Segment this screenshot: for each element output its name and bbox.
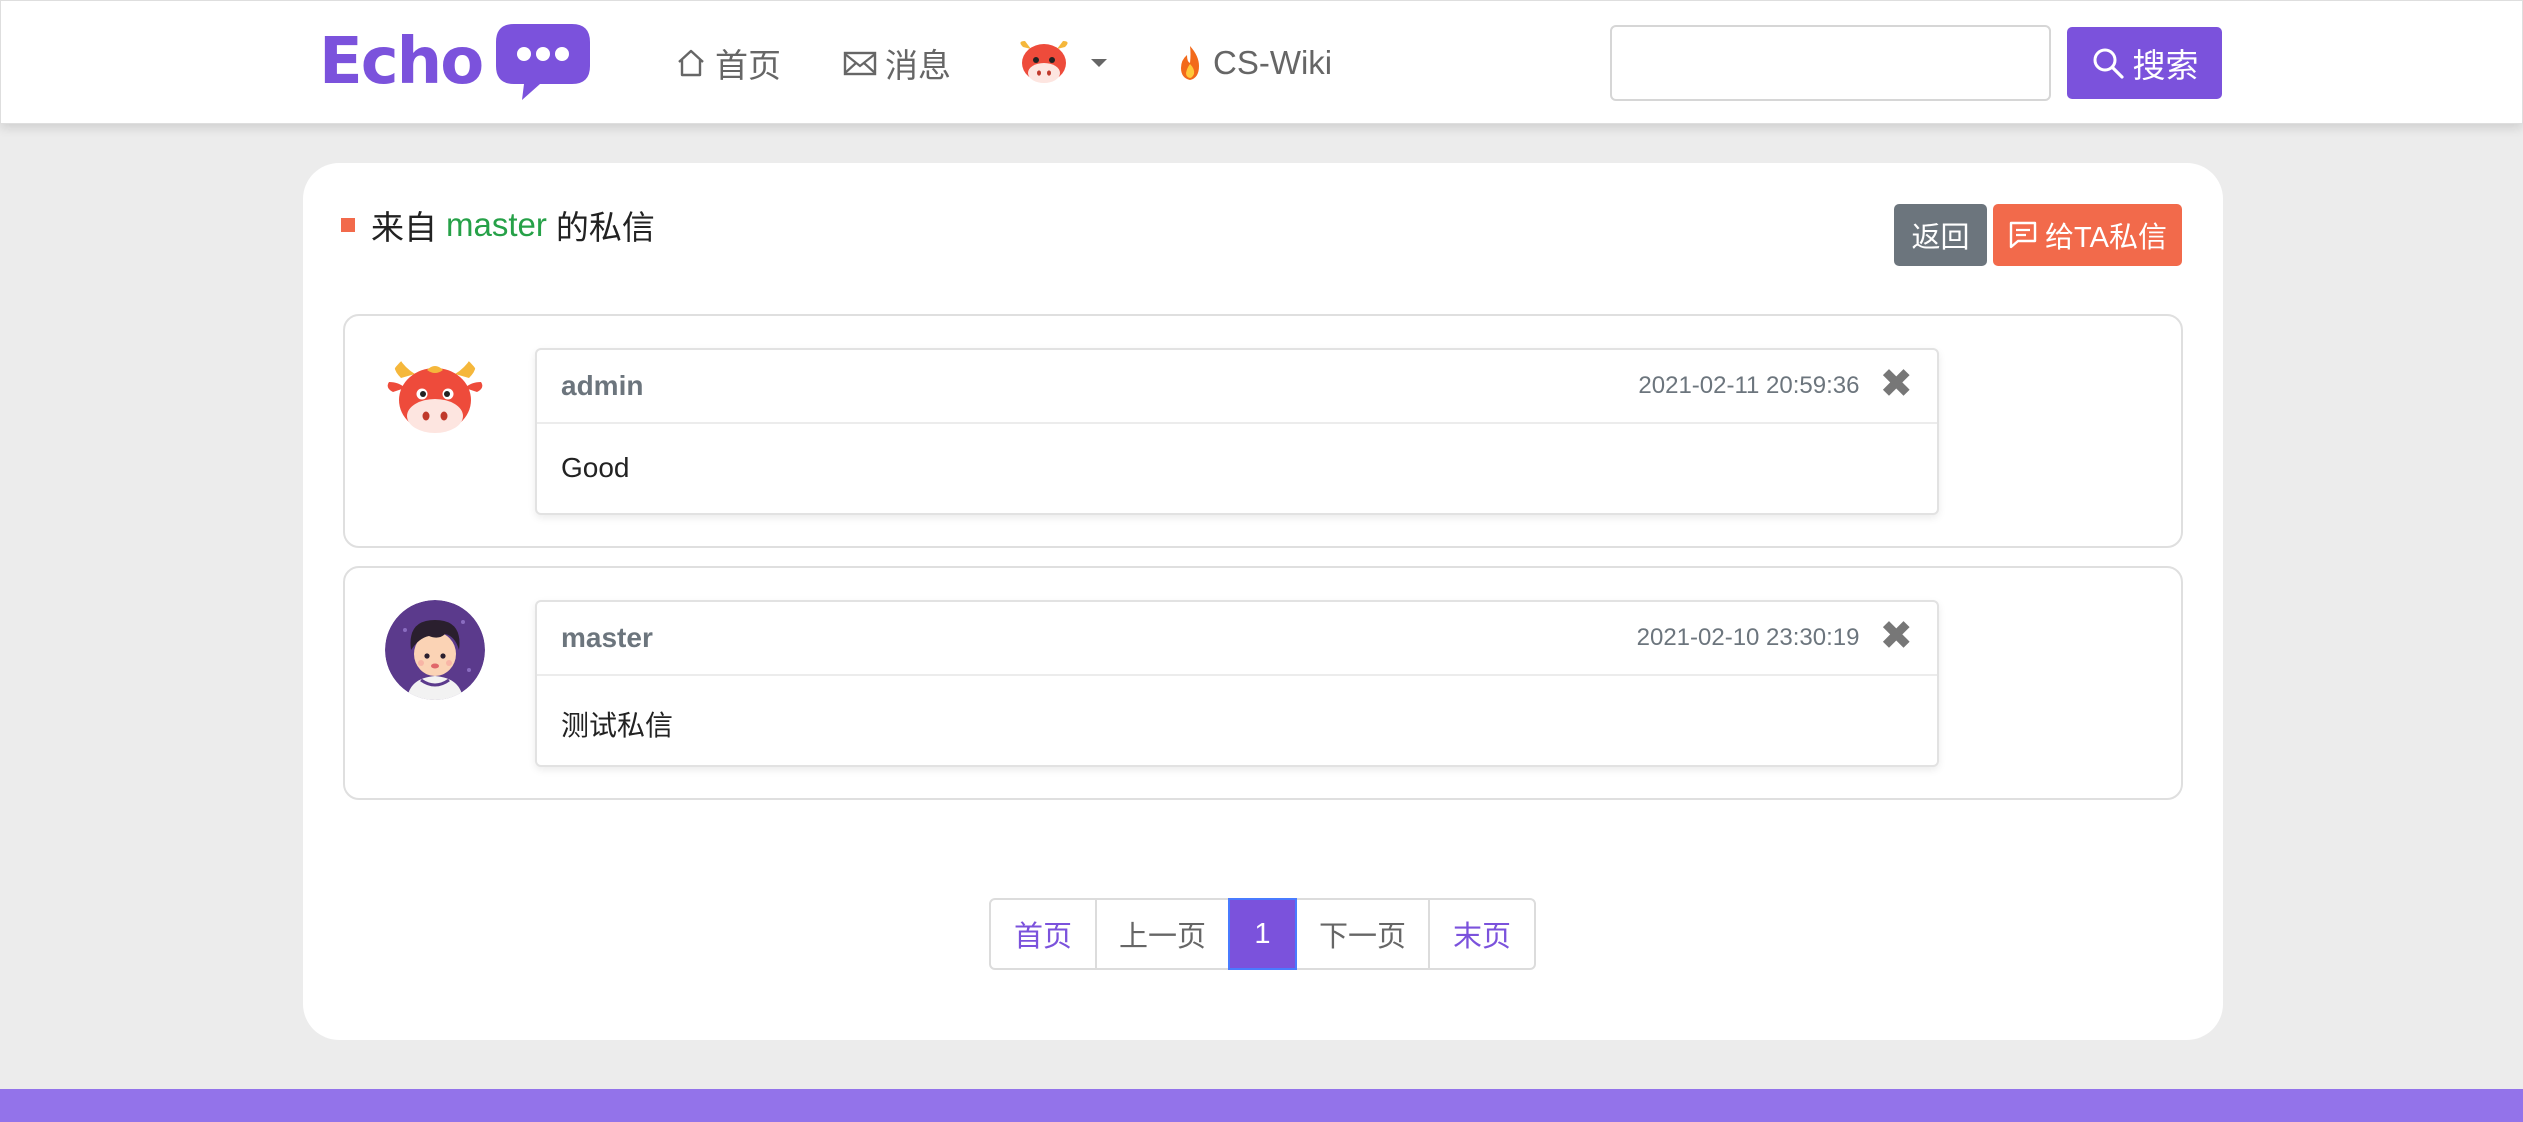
- message-sender[interactable]: master: [561, 622, 1637, 654]
- page-current[interactable]: 1: [1228, 898, 1297, 970]
- nav-wiki-label: CS-Wiki: [1213, 44, 1333, 81]
- nav-wiki-link[interactable]: CS-Wiki: [1175, 1, 1332, 125]
- avatar[interactable]: [385, 600, 485, 700]
- footer: [0, 1089, 2523, 1122]
- page-next[interactable]: 下一页: [1295, 898, 1430, 970]
- caret-down-icon: [1091, 59, 1107, 67]
- search-icon: [2093, 48, 2124, 79]
- top-navbar: Echo 首页 消息 CS-Wiki 搜索: [0, 0, 2523, 124]
- home-icon: [678, 49, 704, 77]
- page-title: 来自 master 的私信: [341, 201, 655, 249]
- title-marker: [341, 218, 355, 232]
- message-time: 2021-02-11 20:59:36: [1638, 372, 1860, 399]
- page-first[interactable]: 首页: [989, 898, 1097, 970]
- message-toast: master 2021-02-10 23:30:19 ✖ 测试私信: [535, 600, 1939, 767]
- message-sender[interactable]: admin: [561, 370, 1638, 402]
- cow-avatar-icon: [1020, 41, 1068, 83]
- pagination: 首页 上一页 1 下一页 末页: [989, 898, 1536, 970]
- envelope-icon: [843, 51, 877, 76]
- send-letter-button[interactable]: 给TA私信: [1993, 204, 2182, 266]
- message-content: 测试私信: [561, 710, 674, 741]
- cow-avatar-icon: [387, 358, 483, 433]
- user-menu-dropdown[interactable]: [1015, 1, 1125, 125]
- search-input[interactable]: [1610, 25, 2051, 101]
- search-button-label: 搜索: [2132, 47, 2199, 84]
- nav-home-link[interactable]: 首页: [675, 1, 781, 125]
- title-username: master: [446, 206, 547, 243]
- list-item: admin 2021-02-11 20:59:36 ✖ Good: [343, 314, 2183, 548]
- send-letter-label: 给TA私信: [2045, 222, 2167, 254]
- avatar[interactable]: [385, 348, 485, 448]
- fire-icon: [1181, 46, 1199, 80]
- title-suffix: 的私信: [555, 209, 655, 246]
- message-content: Good: [561, 452, 630, 483]
- message-header: master 2021-02-10 23:30:19 ✖: [537, 602, 1937, 676]
- message-toast: admin 2021-02-11 20:59:36 ✖ Good: [535, 348, 1939, 515]
- close-icon[interactable]: ✖: [1879, 364, 1913, 404]
- page-prev[interactable]: 上一页: [1095, 898, 1230, 970]
- back-button[interactable]: 返回: [1894, 204, 1987, 266]
- echo-logo[interactable]: Echo: [319, 19, 592, 105]
- close-icon[interactable]: ✖: [1879, 616, 1913, 656]
- message-header: admin 2021-02-11 20:59:36 ✖: [537, 350, 1937, 424]
- search-button[interactable]: 搜索: [2067, 27, 2222, 99]
- chat-bubble-icon: [496, 24, 591, 100]
- list-item: master 2021-02-10 23:30:19 ✖ 测试私信: [343, 566, 2183, 800]
- title-prefix: 来自: [371, 209, 437, 246]
- message-time: 2021-02-10 23:30:19: [1636, 624, 1860, 651]
- message-square-icon: [2009, 221, 2037, 249]
- logo-text: Echo: [319, 25, 484, 99]
- letter-detail-card: 来自 master 的私信 返回 给TA私信 admin 2021-02-11 …: [303, 163, 2223, 1040]
- nav-messages-link[interactable]: 消息: [843, 1, 951, 125]
- nav-messages-label: 消息: [885, 47, 951, 84]
- boy-avatar-icon: [385, 600, 485, 700]
- page-last[interactable]: 末页: [1428, 898, 1536, 970]
- nav-home-label: 首页: [715, 47, 781, 84]
